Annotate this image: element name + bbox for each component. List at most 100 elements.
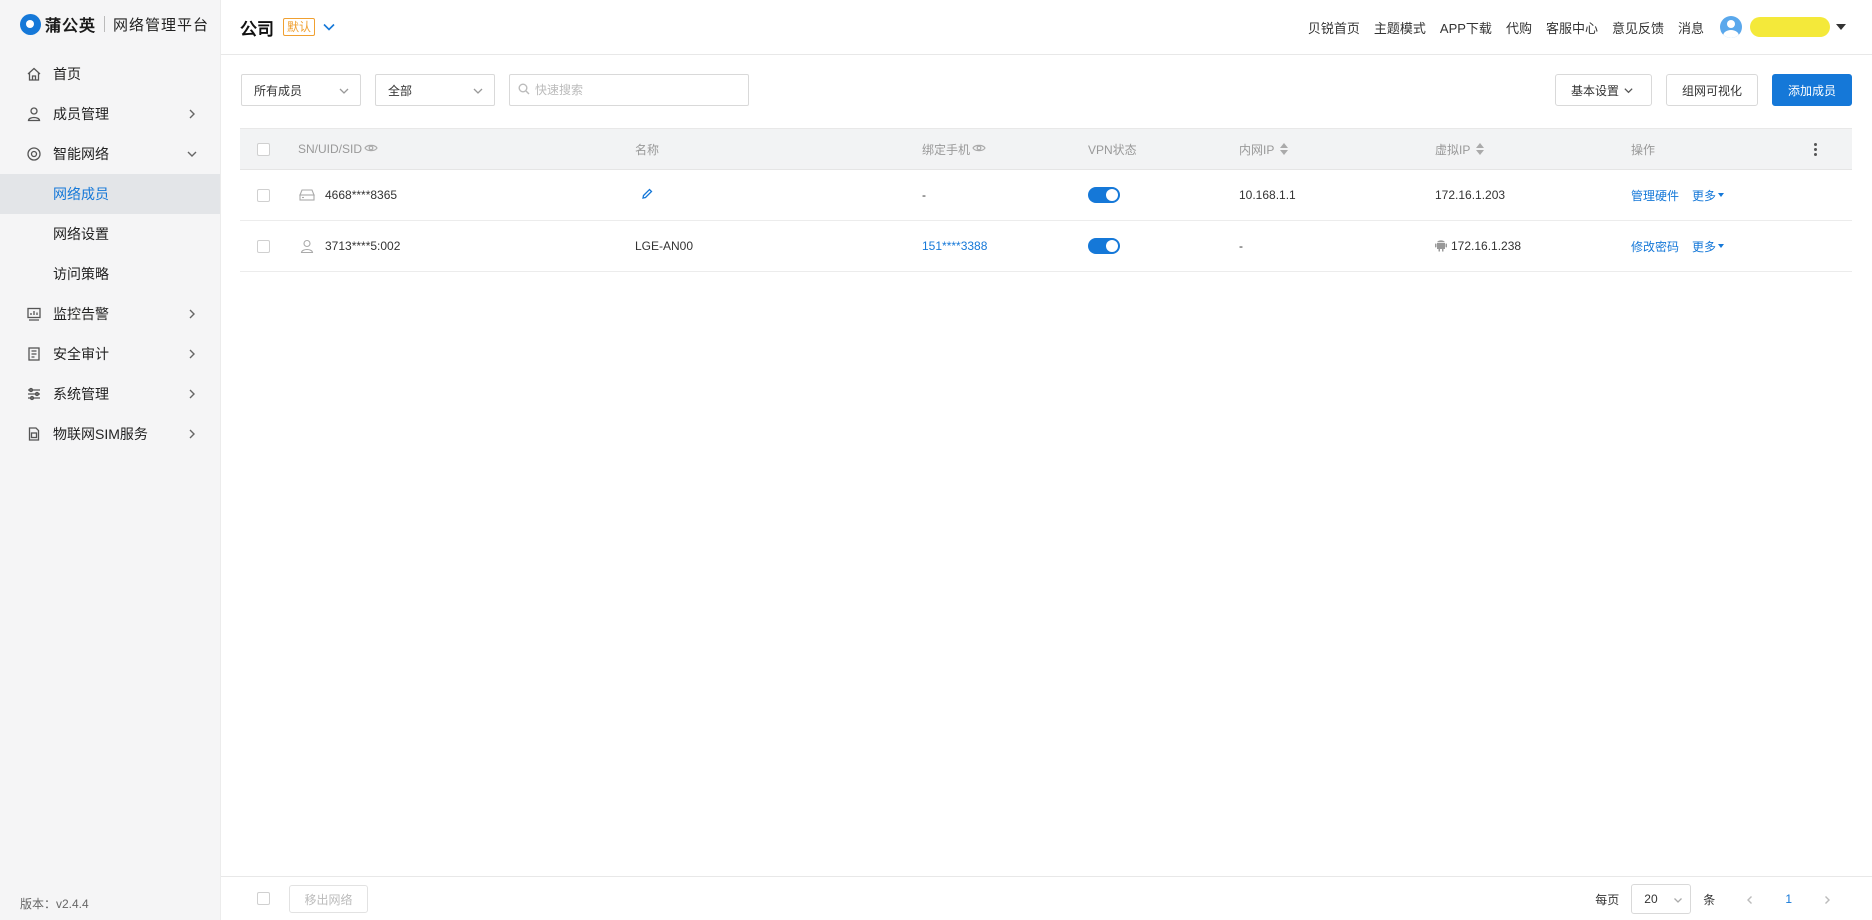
sidebar-item-label: 系统管理 [53,386,109,402]
row-vpn [1088,170,1120,220]
link-theme-mode[interactable]: 主题模式 [1374,18,1426,37]
sidebar-item-home[interactable]: 首页 [0,54,220,94]
sidebar-item-iot-sim[interactable]: 物联网SIM服务 [0,414,220,454]
link-support[interactable]: 客服中心 [1546,18,1598,37]
header-vpn: VPN状态 [1088,142,1137,157]
header-lan-ip[interactable]: 内网IP [1239,129,1289,169]
settings-icon [26,386,42,402]
row-ops: 修改密码 更多 [1631,221,1725,271]
row-phone: - [922,188,926,202]
home-icon [26,66,42,82]
add-member-button[interactable]: 添加成员 [1772,74,1852,106]
link-purchase[interactable]: 代购 [1506,18,1532,37]
version-label: 版本：v2.4.4 [20,897,89,911]
chevron-down-icon [472,85,484,100]
link-app-download[interactable]: APP下载 [1440,18,1492,37]
search-input[interactable] [535,83,735,97]
more-dropdown[interactable]: 更多 [1692,187,1725,204]
sidebar-item-access-policy[interactable]: 访问策略 [0,254,220,294]
sim-icon [26,426,42,442]
header-virtual-ip-label: 虚拟IP [1435,142,1471,157]
header-sn: SN/UID/SID [298,129,378,169]
search-box[interactable] [509,74,749,106]
remove-from-network-button[interactable]: 移出网络 [289,885,368,913]
brand-platform: 网络管理平台 [113,16,210,34]
sidebar-item-smart-network[interactable]: 智能网络 [0,134,220,174]
caret-down-icon [1718,244,1725,248]
status-select[interactable]: 全部 [375,74,495,106]
sidebar: 蒲公英 网络管理平台 首页 成员管理 智能网络 网络成员 网络设置 访问策略 监… [0,0,221,920]
sidebar-item-network-members[interactable]: 网络成员 [0,174,220,214]
company-name[interactable]: 公司 [240,15,274,40]
row-name [635,170,653,220]
page-size-value: 20 [1644,892,1658,906]
header-virtual-ip[interactable]: 虚拟IP [1435,129,1485,169]
row-name: LGE-AN00 [635,239,694,253]
sidebar-item-members[interactable]: 成员管理 [0,94,220,134]
caret-down-icon[interactable] [1836,24,1846,30]
chevron-right-icon[interactable] [1822,894,1832,904]
table-row: 4668****8365 - 10.168.1.1 172.16.1.203 管… [240,170,1852,221]
chevron-down-icon[interactable] [321,19,337,35]
column-settings-icon[interactable] [1813,129,1817,169]
row-checkbox[interactable] [257,188,270,202]
row-checkbox[interactable] [257,239,270,253]
link-feedback[interactable]: 意见反馈 [1612,18,1664,37]
chevron-down-icon [1624,87,1633,93]
sidebar-item-label: 智能网络 [53,146,109,162]
footer-select-all-checkbox[interactable] [257,892,270,905]
sidebar-item-monitor[interactable]: 监控告警 [0,294,220,334]
current-page[interactable]: 1 [1785,892,1792,906]
more-label: 更多 [1692,188,1717,203]
per-page-label: 每页 [1595,892,1620,907]
username-redacted[interactable] [1750,17,1830,37]
network-visualize-button[interactable]: 组网可视化 [1666,74,1758,106]
row-sn: 4668****8365 [298,170,397,220]
more-dropdown[interactable]: 更多 [1692,238,1725,255]
header-lan-ip-label: 内网IP [1239,142,1275,157]
logo-icon [20,13,41,35]
chevron-right-icon [186,347,198,359]
status-value: 全部 [388,83,413,98]
row-vpn [1088,221,1120,271]
sort-icon[interactable] [1280,143,1289,155]
edit-icon[interactable] [635,188,653,203]
manage-hardware-link[interactable]: 管理硬件 [1631,187,1679,204]
sort-icon[interactable] [1476,143,1485,155]
phone-link[interactable]: 151****3388 [922,239,987,253]
basic-settings-button[interactable]: 基本设置 [1555,74,1652,106]
sidebar-item-label: 成员管理 [53,106,109,122]
header-ops: 操作 [1631,142,1656,157]
caret-down-icon [1718,193,1725,197]
sidebar-item-system[interactable]: 系统管理 [0,374,220,414]
brand[interactable]: 蒲公英 网络管理平台 [0,0,220,48]
header-name: 名称 [635,142,660,157]
sidebar-item-label: 物联网SIM服务 [53,426,148,442]
change-password-link[interactable]: 修改密码 [1631,238,1679,255]
row-phone: 151****3388 [922,221,987,271]
link-oray-home[interactable]: 贝锐首页 [1308,18,1360,37]
row-virtual-ip-value: 172.16.1.238 [1451,239,1522,253]
eye-icon[interactable] [970,142,986,156]
page-size-unit: 条 [1703,892,1716,907]
sidebar-item-network-settings[interactable]: 网络设置 [0,214,220,254]
avatar[interactable] [1720,16,1742,38]
basic-settings-label: 基本设置 [1571,83,1620,98]
row-sn-value: 3713****5:002 [325,239,401,253]
table-row: 3713****5:002 LGE-AN00 151****3388 - 172… [240,221,1852,272]
chevron-right-icon [186,427,198,439]
member-type-select[interactable]: 所有成员 [241,74,361,106]
chevron-down-icon [1674,898,1683,903]
page-size-select[interactable]: 20 [1631,884,1692,914]
chevron-left-icon[interactable] [1745,894,1755,904]
member-type-value: 所有成员 [254,83,303,98]
brand-name: 蒲公英 [45,18,97,35]
link-messages[interactable]: 消息 [1678,18,1704,37]
sidebar-item-audit[interactable]: 安全审计 [0,334,220,374]
vpn-toggle[interactable] [1088,187,1120,203]
vpn-toggle[interactable] [1088,238,1120,254]
select-all-checkbox[interactable] [257,142,270,156]
eye-icon[interactable] [362,142,378,156]
table-header: SN/UID/SID 名称 绑定手机 VPN状态 内网IP 虚拟IP 操作 [240,128,1852,170]
network-icon [26,146,42,162]
